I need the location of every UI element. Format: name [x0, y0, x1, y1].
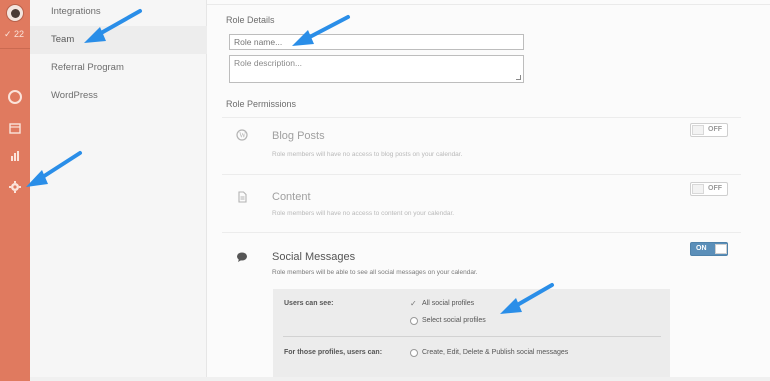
arrow-pointer-icon — [292, 15, 350, 46]
arrow-pointer-icon — [84, 9, 142, 43]
role-details-title: Role Details — [226, 15, 275, 25]
social-messages-toggle[interactable]: ON — [690, 242, 728, 256]
arrow-pointer-icon — [26, 151, 82, 187]
permission-title: Blog Posts — [272, 130, 325, 142]
blog-posts-toggle[interactable]: OFF — [690, 123, 728, 137]
toggle-label: OFF — [708, 126, 722, 133]
permission-blog-posts: W Blog Posts Role members will have no a… — [222, 117, 741, 174]
circle-icon[interactable] — [8, 90, 22, 104]
option-create-edit-delete-publish[interactable]: Create, Edit, Delete & Publish social me… — [422, 349, 568, 356]
permission-divider — [222, 232, 741, 233]
role-name-input[interactable] — [229, 34, 524, 50]
task-count-badge: ✓ 22 — [4, 29, 25, 39]
checkmark-icon[interactable]: ✓ — [410, 300, 418, 308]
radio-select-social-profiles[interactable] — [410, 317, 418, 325]
resize-handle-icon[interactable] — [516, 75, 521, 80]
users-can-see-label: Users can see: — [284, 300, 334, 307]
bar-chart-icon[interactable] — [8, 149, 22, 163]
sidebar-item-referral-program[interactable]: Referral Program — [30, 54, 207, 82]
radio-publish-permission[interactable] — [410, 349, 418, 357]
permission-divider — [222, 174, 741, 175]
document-icon — [238, 191, 247, 203]
chat-bubble-icon — [237, 252, 247, 262]
permission-description: Role members will be able to see all soc… — [272, 269, 478, 276]
role-permissions-title: Role Permissions — [226, 99, 297, 109]
permission-divider — [222, 117, 741, 118]
app-window: ✓ 22 Integrations Team Referral Program … — [0, 0, 770, 381]
social-options-box: Users can see: ✓ All social profiles Sel… — [273, 289, 670, 379]
toggle-knob — [715, 244, 727, 254]
toggle-knob — [692, 184, 704, 194]
option-select-social-profiles[interactable]: Select social profiles — [422, 317, 486, 324]
gear-icon[interactable] — [8, 180, 22, 194]
permission-content: Content Role members will have no access… — [222, 174, 741, 232]
permission-description: Role members will have no access to cont… — [272, 210, 455, 217]
box-divider — [283, 336, 661, 337]
svg-text:W: W — [239, 132, 246, 140]
sidebar-item-wordpress[interactable]: WordPress — [30, 82, 207, 110]
toggle-label: OFF — [708, 185, 722, 192]
arrow-pointer-icon — [500, 283, 554, 314]
content-toggle[interactable]: OFF — [690, 182, 728, 196]
permission-title: Social Messages — [272, 251, 356, 263]
calendar-icon[interactable] — [8, 121, 22, 135]
role-description-placeholder: Role description... — [234, 58, 303, 68]
option-all-social-profiles[interactable]: All social profiles — [422, 300, 474, 307]
for-profiles-label: For those profiles, users can: — [284, 349, 383, 356]
role-description-input[interactable]: Role description... — [229, 55, 524, 83]
avatar[interactable] — [6, 4, 24, 22]
permission-title: Content — [272, 191, 311, 203]
top-divider — [207, 4, 770, 5]
wordpress-icon: W — [236, 129, 248, 141]
rail-divider — [0, 48, 30, 49]
toggle-knob — [692, 125, 704, 135]
bottom-bar — [30, 377, 770, 381]
permission-social-messages: Social Messages Role members will be abl… — [222, 232, 741, 292]
toggle-label: ON — [696, 245, 707, 252]
permission-description: Role members will have no access to blog… — [272, 151, 463, 158]
